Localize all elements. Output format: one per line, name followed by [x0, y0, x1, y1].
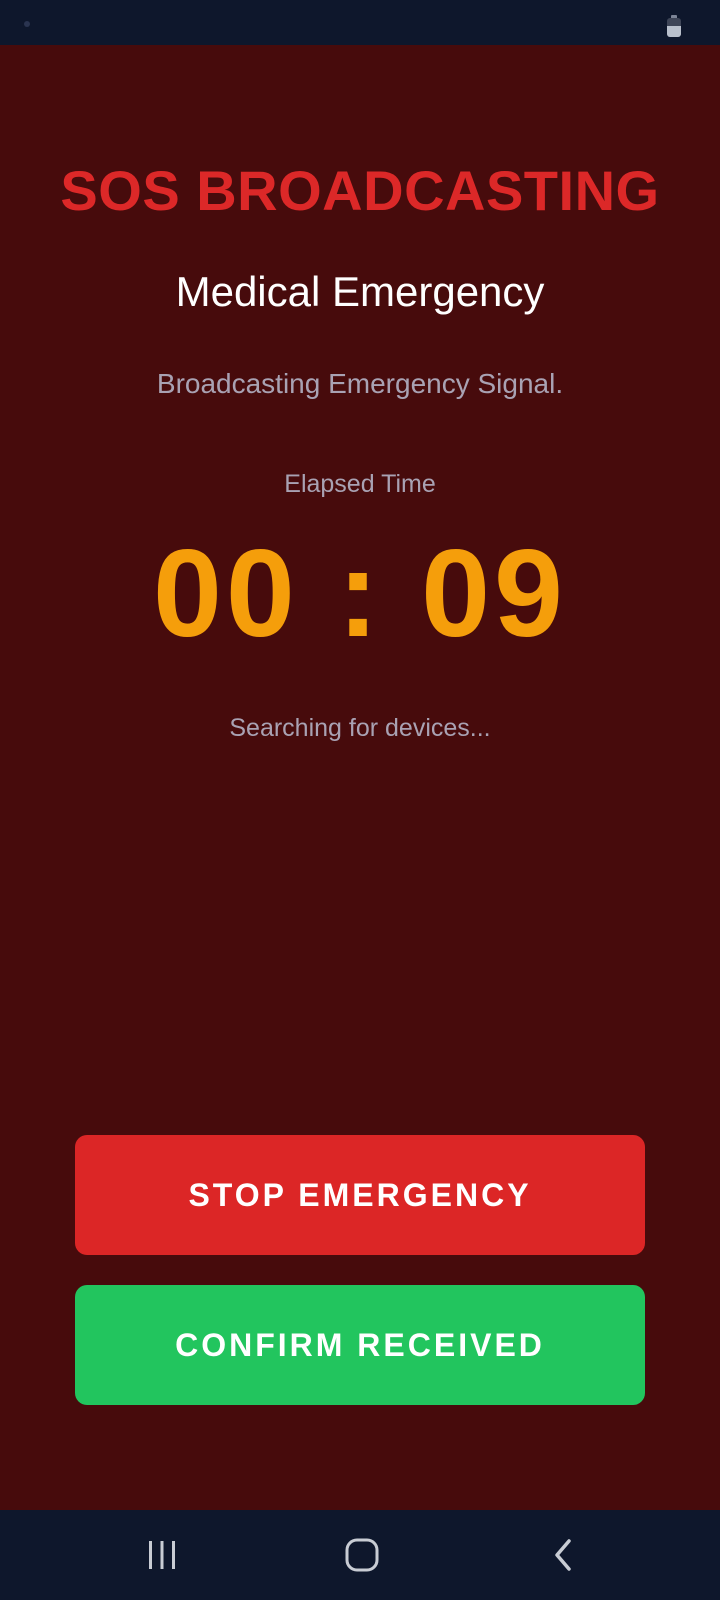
back-icon — [555, 1539, 571, 1571]
recent-apps-button[interactable] — [102, 1510, 222, 1600]
page-title: SOS BROADCASTING — [60, 159, 660, 222]
navigation-bar — [0, 1510, 720, 1600]
emergency-type: Medical Emergency — [175, 268, 545, 315]
home-icon — [345, 1538, 379, 1572]
battery-icon — [667, 15, 681, 37]
recent-apps-icon — [149, 1541, 175, 1569]
elapsed-time-label: Elapsed Time — [284, 470, 436, 498]
elapsed-timer: 00 : 09 — [152, 525, 568, 663]
home-button[interactable] — [302, 1510, 422, 1600]
stop-emergency-button[interactable]: STOP EMERGENCY — [75, 1135, 645, 1255]
notification-dot-icon — [24, 21, 30, 27]
status-bar — [0, 0, 720, 45]
sos-screen: SOS BROADCASTING Medical Emergency Broad… — [0, 45, 720, 1510]
device-search-status: Searching for devices... — [229, 714, 491, 742]
broadcast-status: Broadcasting Emergency Signal. — [156, 368, 564, 399]
confirm-received-button[interactable]: CONFIRM RECEIVED — [75, 1285, 645, 1405]
back-button[interactable] — [504, 1510, 624, 1600]
